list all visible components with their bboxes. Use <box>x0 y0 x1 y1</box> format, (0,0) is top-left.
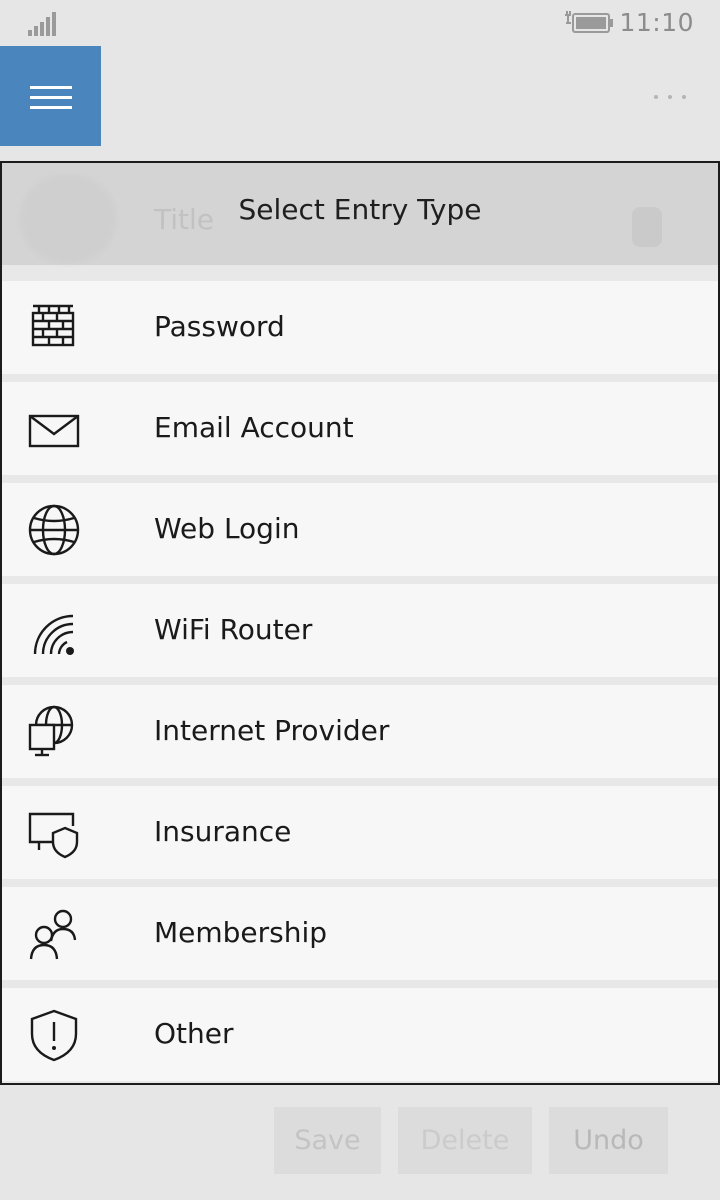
entry-type-other[interactable]: Other <box>2 988 718 1081</box>
entry-type-label: Other <box>154 1017 234 1050</box>
entry-type-label: Membership <box>154 916 328 949</box>
globe-icon <box>27 503 81 557</box>
delete-button[interactable]: Delete <box>398 1107 532 1174</box>
people-icon <box>27 907 81 961</box>
entry-type-email-account[interactable]: Email Account <box>2 382 718 475</box>
entry-type-password[interactable]: Password <box>2 281 718 374</box>
hamburger-menu-button[interactable] <box>0 46 101 146</box>
dialog-title: Select Entry Type <box>238 193 482 226</box>
entry-type-insurance[interactable]: Insurance <box>2 786 718 879</box>
signal-bars-icon <box>28 12 58 40</box>
envelope-icon <box>27 402 81 456</box>
globe-monitor-icon <box>27 705 81 759</box>
entry-type-dialog: Title Select Entry Type Password Email A… <box>0 161 720 1085</box>
brick-wall-icon <box>27 301 81 355</box>
more-dots-icon[interactable] <box>648 78 692 108</box>
wifi-icon <box>27 604 81 658</box>
entry-type-wifi-router[interactable]: WiFi Router <box>2 584 718 677</box>
save-button[interactable]: Save <box>274 1107 381 1174</box>
entry-type-label: Password <box>154 310 285 343</box>
shield-exclamation-icon <box>27 1008 81 1062</box>
entry-type-label: Internet Provider <box>154 714 390 747</box>
entry-type-web-login[interactable]: Web Login <box>2 483 718 576</box>
status-clock: 11:10 <box>619 8 694 37</box>
status-bar: 11:10 <box>0 0 720 46</box>
undo-button[interactable]: Undo <box>549 1107 668 1174</box>
entry-type-list: Password Email Account Web Login WiFi Ro… <box>2 281 718 1083</box>
entry-type-label: Web Login <box>154 512 300 545</box>
entry-type-label: Insurance <box>154 815 292 848</box>
dialog-header: Title Select Entry Type <box>2 163 718 265</box>
entry-type-label: WiFi Router <box>154 613 313 646</box>
battery-charging-icon <box>563 9 615 41</box>
entry-type-membership[interactable]: Membership <box>2 887 718 980</box>
entry-type-internet-provider[interactable]: Internet Provider <box>2 685 718 778</box>
shield-screen-icon <box>27 806 81 860</box>
entry-type-label: Email Account <box>154 411 354 444</box>
